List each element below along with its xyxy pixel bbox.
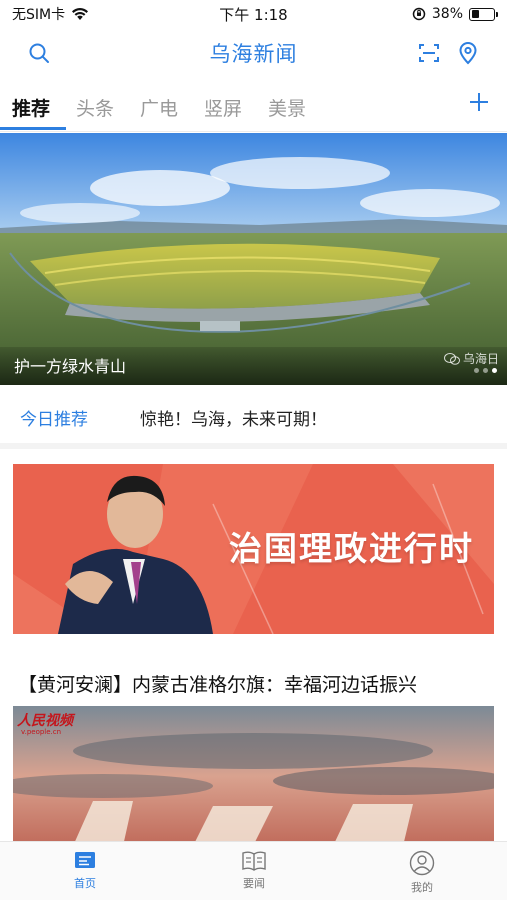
today-recommend-headline[interactable]: 惊艳！乌海，未来可期！ (140, 405, 327, 430)
today-recommend-label: 今日推荐 (20, 410, 88, 430)
nav-news[interactable]: 要闻 (214, 850, 294, 891)
user-icon (409, 850, 435, 876)
carrier-label: 无SIM卡 (12, 7, 66, 23)
today-recommend-row[interactable]: 今日推荐 惊艳！乌海，未来可期！ (0, 385, 507, 449)
promo-title: 治国理政进行时 (229, 529, 474, 568)
battery-icon (469, 7, 498, 21)
scan-button[interactable] (416, 40, 442, 66)
tab-scenery[interactable]: 美景 (268, 94, 306, 121)
tab-broadcast[interactable]: 广电 (140, 94, 178, 121)
tab-vertical[interactable]: 竖屏 (204, 94, 242, 121)
tab-headlines[interactable]: 头条 (76, 94, 114, 121)
nav-home[interactable]: 首页 (45, 850, 125, 891)
location-pin-icon (459, 42, 477, 65)
active-tab-indicator (0, 127, 66, 130)
banner-watermark: 乌海日 (443, 350, 499, 367)
carousel-dot[interactable] (492, 368, 497, 373)
wechat-icon (443, 352, 460, 365)
home-icon (75, 852, 95, 868)
banner-watermark-text: 乌海日 (462, 352, 499, 366)
nav-home-label: 首页 (74, 877, 96, 890)
nav-profile[interactable]: 我的 (382, 850, 462, 895)
article-title[interactable]: 【黄河安澜】内蒙古准格尔旗：幸福河边话振兴 (18, 670, 417, 697)
orientation-lock-icon (412, 7, 426, 21)
carousel-dots (474, 368, 497, 373)
status-bar: 无SIM卡 下午 1:18 38% (0, 0, 507, 28)
status-left: 无SIM卡 (12, 4, 89, 24)
location-button[interactable] (455, 40, 481, 66)
category-tabs: 推荐 头条 广电 竖屏 美景 (0, 82, 507, 132)
banner-caption: 护一方绿水青山 (14, 357, 127, 376)
battery-fill (471, 10, 480, 18)
nav-profile-label: 我的 (411, 881, 433, 894)
tab-recommend[interactable]: 推荐 (12, 94, 50, 121)
bottom-nav: 首页 要闻 我的 (0, 841, 507, 900)
people-video-logo: 人民视频 (17, 713, 73, 729)
article-thumbnail[interactable]: 人民视频 v.people.cn (13, 706, 494, 846)
article-image (13, 706, 494, 846)
carousel-dot[interactable] (474, 368, 479, 373)
people-video-url: v.people.cn (21, 728, 62, 736)
wifi-icon (72, 8, 89, 20)
scan-icon (419, 44, 439, 62)
banner-carousel[interactable]: 护一方绿水青山 乌海日 (0, 133, 507, 385)
book-icon (242, 851, 266, 871)
promo-card[interactable]: 治国理政进行时 (13, 464, 494, 634)
carousel-dot[interactable] (483, 368, 488, 373)
battery-percent: 38% (431, 6, 463, 22)
status-right: 38% (412, 6, 498, 22)
nav-news-label: 要闻 (243, 877, 265, 890)
plus-icon[interactable] (467, 90, 491, 114)
app-header: 乌海新闻 (0, 28, 507, 78)
